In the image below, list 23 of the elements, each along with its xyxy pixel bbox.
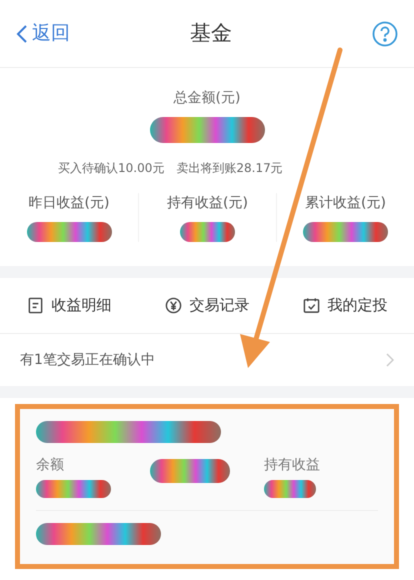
action-tab[interactable]: 交易记录 [138, 278, 276, 333]
help-icon[interactable] [372, 20, 398, 46]
stat-label: 昨日收益(元) [28, 194, 110, 213]
stat-label: 累计收益(元) [305, 194, 386, 213]
balance-label: 余额 [36, 456, 65, 475]
stat-label: 持有收益(元) [167, 194, 248, 213]
total-amount-label: 总金额(元) [174, 89, 240, 108]
yuan-circle-icon [164, 297, 182, 314]
fund-card[interactable]: 余额 持有收益 [15, 404, 399, 569]
chevron-left-icon [16, 24, 28, 44]
back-button[interactable]: 返回 [16, 19, 70, 48]
chevron-right-icon [386, 353, 394, 367]
pending-buy-text: 买入待确认10.00元 [58, 160, 164, 177]
redaction-mosaic [180, 222, 235, 242]
page-title: 基金 [190, 20, 232, 47]
calendar-check-icon [302, 297, 320, 314]
holding-income-label: 持有收益 [264, 456, 321, 475]
action-tab[interactable]: 收益明细 [0, 278, 138, 333]
document-icon [26, 297, 44, 314]
action-tab[interactable]: 我的定投 [276, 278, 414, 333]
redaction-mosaic [264, 480, 316, 498]
pending-transaction-row[interactable]: 有1笔交易正在确认中 [0, 334, 414, 386]
pending-sell-text: 卖出将到账28.17元 [176, 160, 283, 177]
